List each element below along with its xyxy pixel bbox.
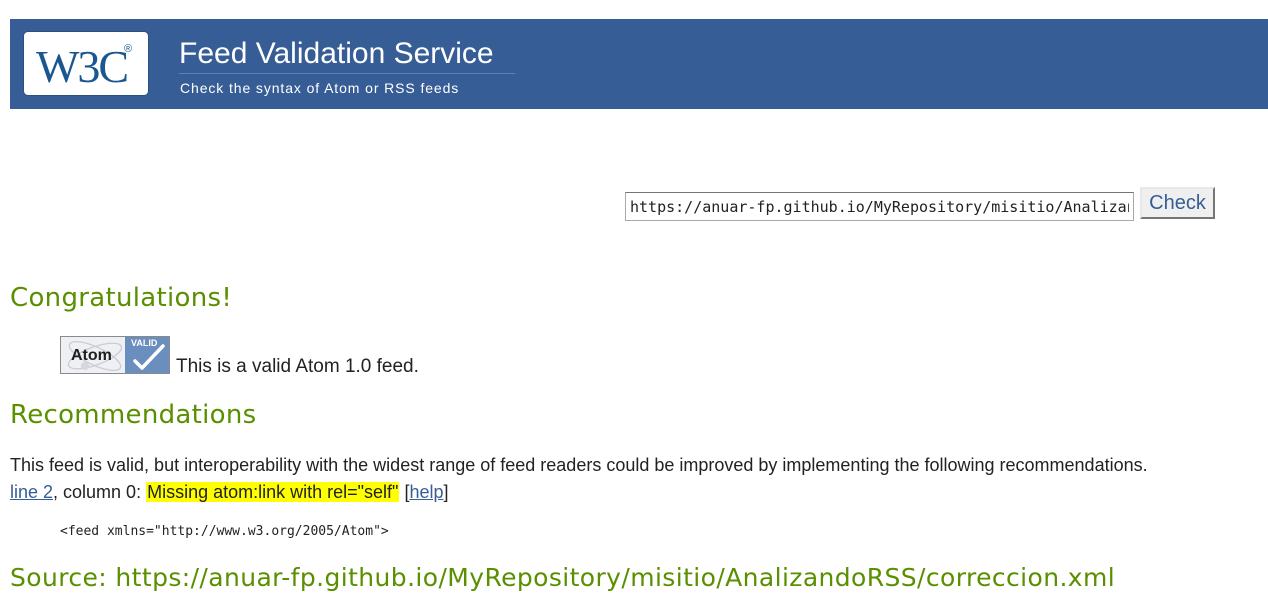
- help-link[interactable]: help: [409, 482, 443, 502]
- check-button[interactable]: Check: [1140, 187, 1215, 219]
- source-heading: Source: https://anuar-fp.github.io/MyRep…: [10, 563, 1116, 592]
- recommendation-item: line 2, column 0: Missing atom:link with…: [10, 482, 449, 503]
- recommendation-message: Missing atom:link with rel="self": [146, 482, 400, 502]
- logo-text: W3C: [36, 41, 127, 92]
- badge-atom-text: Atom: [71, 347, 112, 364]
- w3c-logo-icon: W3C ®: [36, 41, 132, 92]
- help-bracket-close: ]: [443, 482, 449, 502]
- page-subtitle: Check the syntax of Atom or RSS feeds: [180, 80, 460, 96]
- title-divider: [179, 73, 515, 74]
- source-code-excerpt: <feed xmlns="http://www.w3.org/2005/Atom…: [60, 524, 389, 539]
- line-number-link[interactable]: line 2: [10, 482, 53, 502]
- logo-registered-mark: ®: [124, 43, 132, 55]
- header-banner: W3C ® Feed Validation Service Check the …: [10, 19, 1268, 109]
- atom-valid-badge-icon: Atom VALID: [61, 337, 169, 373]
- column-text: , column 0:: [53, 482, 147, 502]
- w3c-logo[interactable]: W3C ®: [24, 32, 148, 95]
- page-title: Feed Validation Service: [179, 37, 494, 70]
- feed-url-input[interactable]: [625, 192, 1134, 221]
- badge-valid-text: VALID: [131, 338, 158, 348]
- valid-atom-badge[interactable]: Atom VALID: [60, 336, 170, 374]
- help-bracket-open: [: [399, 482, 410, 502]
- recommendations-heading: Recommendations: [10, 400, 257, 430]
- congratulations-heading: Congratulations!: [10, 283, 233, 313]
- valid-feed-message: This is a valid Atom 1.0 feed.: [176, 356, 419, 377]
- recommendations-intro: This feed is valid, but interoperability…: [10, 455, 1148, 475]
